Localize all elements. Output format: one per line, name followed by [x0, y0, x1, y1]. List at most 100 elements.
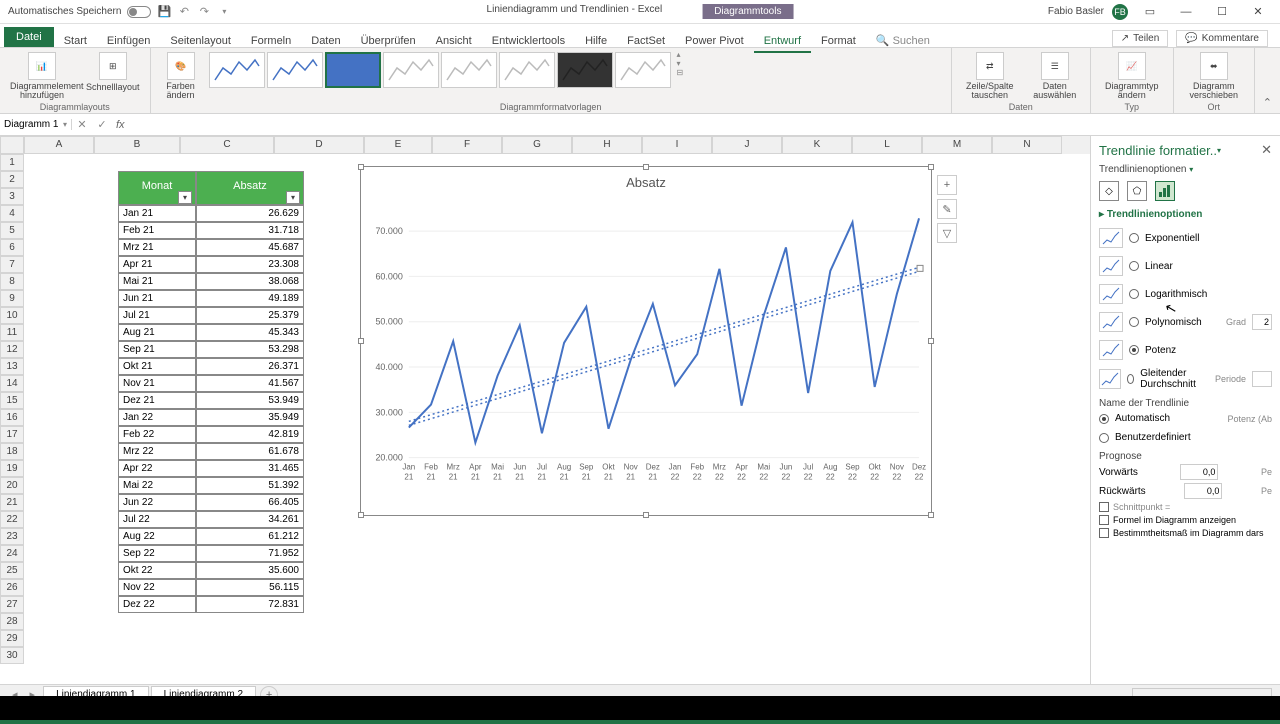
- chart-style-1[interactable]: [209, 52, 265, 88]
- row-header-26[interactable]: 26: [0, 579, 24, 596]
- user-avatar[interactable]: FB: [1112, 4, 1128, 20]
- share-button[interactable]: ↗ Teilen: [1112, 30, 1169, 47]
- style-more[interactable]: ⊟: [677, 68, 684, 77]
- col-header-M[interactable]: M: [922, 136, 992, 154]
- effects-icon[interactable]: ⬠: [1127, 181, 1147, 201]
- table-row[interactable]: Aug 2261.212: [118, 528, 304, 545]
- redo-icon[interactable]: ↷: [197, 5, 211, 19]
- fx-icon[interactable]: fx: [112, 119, 129, 131]
- trendline-options-header[interactable]: ▸ Trendlinienoptionen: [1099, 209, 1272, 220]
- col-header-N[interactable]: N: [992, 136, 1062, 154]
- row-header-2[interactable]: 2: [0, 171, 24, 188]
- trend-radio-5[interactable]: [1127, 374, 1134, 384]
- row-header-3[interactable]: 3: [0, 188, 24, 205]
- col-header-K[interactable]: K: [782, 136, 852, 154]
- row-header-21[interactable]: 21: [0, 494, 24, 511]
- table-header-sales[interactable]: Absatz: [196, 171, 304, 205]
- search-icon[interactable]: 🔍: [876, 34, 890, 47]
- add-chart-element-button[interactable]: 📊 Diagrammelement hinzufügen: [6, 50, 78, 102]
- name-auto-radio[interactable]: [1099, 414, 1109, 424]
- row-header-17[interactable]: 17: [0, 426, 24, 443]
- row-header-27[interactable]: 27: [0, 596, 24, 613]
- select-data-button[interactable]: ☰ Daten auswählen: [1026, 50, 1084, 102]
- table-row[interactable]: Apr 2231.465: [118, 460, 304, 477]
- undo-icon[interactable]: ↶: [177, 5, 191, 19]
- chart-styles-button[interactable]: ✎: [937, 199, 957, 219]
- row-header-24[interactable]: 24: [0, 545, 24, 562]
- row-header-6[interactable]: 6: [0, 239, 24, 256]
- save-icon[interactable]: 💾: [157, 5, 171, 19]
- col-header-C[interactable]: C: [180, 136, 274, 154]
- table-row[interactable]: Mrz 2145.687: [118, 239, 304, 256]
- style-scroll-down[interactable]: ▾: [677, 59, 684, 68]
- intercept-checkbox[interactable]: [1099, 502, 1109, 512]
- col-header-A[interactable]: A: [24, 136, 94, 154]
- row-header-8[interactable]: 8: [0, 273, 24, 290]
- show-equation-checkbox[interactable]: [1099, 515, 1109, 525]
- formula-input[interactable]: [129, 114, 1280, 135]
- row-header-11[interactable]: 11: [0, 324, 24, 341]
- style-scroll-up[interactable]: ▴: [677, 50, 684, 59]
- col-header-J[interactable]: J: [712, 136, 782, 154]
- select-all-corner[interactable]: [0, 136, 24, 154]
- chart-title[interactable]: Absatz: [361, 167, 931, 198]
- table-row[interactable]: Jun 2266.405: [118, 494, 304, 511]
- row-header-22[interactable]: 22: [0, 511, 24, 528]
- row-header-14[interactable]: 14: [0, 375, 24, 392]
- row-header-12[interactable]: 12: [0, 341, 24, 358]
- maximize-icon[interactable]: ☐: [1208, 2, 1236, 22]
- fill-line-icon[interactable]: ◇: [1099, 181, 1119, 201]
- row-header-15[interactable]: 15: [0, 392, 24, 409]
- table-row[interactable]: Feb 2242.819: [118, 426, 304, 443]
- name-custom-radio[interactable]: [1099, 433, 1109, 443]
- chart-object[interactable]: Absatz 20.00030.00040.00050.00060.00070.…: [360, 166, 932, 516]
- comments-button[interactable]: 💬 Kommentare: [1176, 30, 1268, 47]
- col-header-I[interactable]: I: [642, 136, 712, 154]
- table-row[interactable]: Dez 2153.949: [118, 392, 304, 409]
- col-header-G[interactable]: G: [502, 136, 572, 154]
- enter-formula-icon[interactable]: ✓: [92, 118, 112, 131]
- table-row[interactable]: Dez 2272.831: [118, 596, 304, 613]
- row-header-7[interactable]: 7: [0, 256, 24, 273]
- row-header-19[interactable]: 19: [0, 460, 24, 477]
- table-row[interactable]: Aug 2145.343: [118, 324, 304, 341]
- trend-radio-1[interactable]: [1129, 261, 1139, 271]
- collapse-ribbon-icon[interactable]: ⌃: [1255, 92, 1280, 113]
- move-chart-button[interactable]: ⬌ Diagramm verschieben: [1180, 50, 1248, 102]
- chart-style-4[interactable]: [383, 52, 439, 88]
- pane-subtitle[interactable]: Trendlinienoptionen: [1099, 164, 1186, 175]
- quick-layout-button[interactable]: ⊞ Schnelllayout: [82, 50, 144, 94]
- table-row[interactable]: Mrz 2261.678: [118, 443, 304, 460]
- trend-radio-3[interactable]: [1129, 317, 1139, 327]
- qat-more-icon[interactable]: ▾: [217, 5, 231, 19]
- table-row[interactable]: Mai 2251.392: [118, 477, 304, 494]
- table-row[interactable]: Jul 2234.261: [118, 511, 304, 528]
- trend-radio-2[interactable]: [1129, 289, 1139, 299]
- table-row[interactable]: Sep 2153.298: [118, 341, 304, 358]
- table-row[interactable]: Apr 2123.308: [118, 256, 304, 273]
- row-header-13[interactable]: 13: [0, 358, 24, 375]
- file-tab[interactable]: Datei: [4, 27, 54, 47]
- row-header-25[interactable]: 25: [0, 562, 24, 579]
- row-header-9[interactable]: 9: [0, 290, 24, 307]
- table-row[interactable]: Okt 2126.371: [118, 358, 304, 375]
- trend-radio-0[interactable]: [1129, 233, 1139, 243]
- switch-row-col-button[interactable]: ⇄ Zeile/Spalte tauschen: [958, 50, 1022, 102]
- minimize-icon[interactable]: —: [1172, 2, 1200, 22]
- table-row[interactable]: Jan 2235.949: [118, 409, 304, 426]
- forward-input[interactable]: [1180, 464, 1218, 480]
- chart-elements-button[interactable]: +: [937, 175, 957, 195]
- close-icon[interactable]: ✕: [1244, 2, 1272, 22]
- row-header-30[interactable]: 30: [0, 647, 24, 664]
- close-pane-icon[interactable]: ✕: [1261, 142, 1272, 158]
- table-row[interactable]: Jul 2125.379: [118, 307, 304, 324]
- chart-style-6[interactable]: [499, 52, 555, 88]
- table-row[interactable]: Nov 2141.567: [118, 375, 304, 392]
- table-row[interactable]: Jun 2149.189: [118, 290, 304, 307]
- col-header-D[interactable]: D: [274, 136, 364, 154]
- row-header-10[interactable]: 10: [0, 307, 24, 324]
- row-header-5[interactable]: 5: [0, 222, 24, 239]
- chart-filters-button[interactable]: ▽: [937, 223, 957, 243]
- col-header-B[interactable]: B: [94, 136, 180, 154]
- change-chart-type-button[interactable]: 📈 Diagrammtyp ändern: [1097, 50, 1167, 102]
